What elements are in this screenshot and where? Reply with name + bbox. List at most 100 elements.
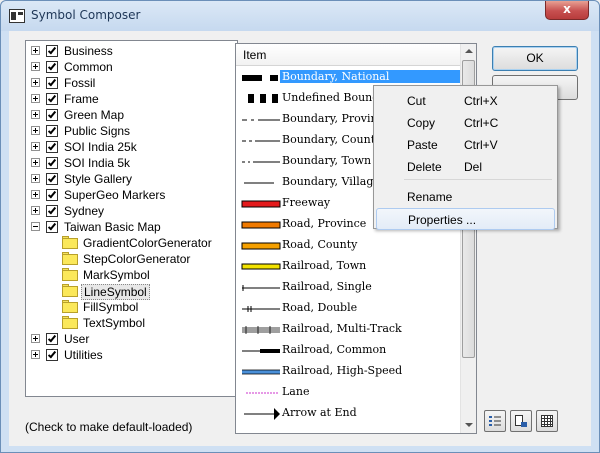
symbol-name: Road, Province	[282, 217, 367, 230]
context-menu-item[interactable]: Properties ...	[376, 208, 555, 230]
context-menu-item[interactable]: Paste Ctrl+V	[376, 134, 555, 156]
menu-item-label: Properties ...	[408, 213, 477, 227]
tree-item[interactable]: SuperGeo Markers	[26, 187, 237, 203]
expand-icon[interactable]	[31, 158, 40, 167]
tree-item-label: SOI India 5k	[64, 156, 131, 170]
line-symbol-preview-icon	[242, 349, 280, 353]
line-symbol-preview-icon	[241, 200, 281, 208]
tree-item[interactable]: SOI India 5k	[26, 155, 237, 171]
tree-item[interactable]: Business	[26, 43, 237, 59]
view-details-button[interactable]	[484, 410, 506, 432]
checkbox[interactable]	[46, 173, 58, 185]
tree-item-label: SOI India 25k	[64, 140, 137, 154]
tree-child-item[interactable]: LineSymbol	[26, 283, 237, 300]
menu-item-label: Paste	[407, 138, 438, 152]
scroll-down-icon[interactable]	[465, 423, 473, 427]
ok-button[interactable]: OK	[492, 46, 578, 71]
tree-item[interactable]: Common	[26, 59, 237, 75]
tree-item-label: SuperGeo Markers	[64, 188, 166, 202]
checkbox[interactable]	[46, 221, 58, 233]
checkbox[interactable]	[46, 189, 58, 201]
dialog-body: Business Common Fossil Frame Green Map Public…	[9, 31, 591, 446]
menu-item-label: Copy	[407, 116, 436, 130]
line-symbol-preview-icon	[242, 140, 280, 142]
symbol-name: Freeway	[282, 196, 331, 209]
tree-item[interactable]: Style Gallery	[26, 171, 237, 187]
expand-icon[interactable]	[31, 62, 40, 71]
symbol-list-row[interactable]: Road, Double	[236, 298, 460, 319]
symbol-list-row[interactable]: Road, County	[236, 235, 460, 256]
context-menu-item[interactable]: Cut Ctrl+X	[376, 90, 555, 112]
expand-icon[interactable]	[31, 110, 40, 119]
symbol-list-row[interactable]: Lane	[236, 382, 460, 403]
expand-icon[interactable]	[31, 78, 40, 87]
expand-icon[interactable]	[31, 350, 40, 359]
line-symbol-preview-icon	[244, 408, 280, 420]
tree-item[interactable]: SOI India 25k	[26, 139, 237, 155]
menu-separator	[404, 179, 552, 180]
symbol-name: Lane	[282, 385, 310, 398]
checkbox[interactable]	[46, 109, 58, 121]
library-tree[interactable]: Business Common Fossil Frame Green Map Public…	[25, 40, 238, 397]
close-button[interactable]: x	[545, 1, 589, 20]
checkbox[interactable]	[46, 349, 58, 361]
checkbox[interactable]	[46, 93, 58, 105]
symbol-name: Boundary, National	[280, 70, 460, 83]
tree-child-item[interactable]: StepColorGenerator	[26, 251, 237, 267]
list-header[interactable]: Item	[236, 44, 460, 66]
tree-item-label: Fossil	[64, 76, 96, 90]
expand-icon[interactable]	[31, 46, 40, 55]
list-view-icon	[515, 415, 527, 427]
tree-item[interactable]: User	[26, 331, 237, 347]
line-symbol-preview-icon	[242, 326, 280, 334]
collapse-icon[interactable]	[31, 222, 40, 231]
view-grid-button[interactable]	[536, 410, 558, 432]
tree-item[interactable]: Fossil	[26, 75, 237, 91]
app-icon	[9, 9, 25, 23]
checkbox[interactable]	[46, 205, 58, 217]
checkbox[interactable]	[46, 45, 58, 57]
context-menu-item[interactable]: Delete Del	[376, 156, 555, 178]
expand-icon[interactable]	[31, 142, 40, 151]
tree-item[interactable]: Green Map	[26, 107, 237, 123]
title-bar[interactable]: Symbol Composer x	[1, 1, 599, 31]
checkbox[interactable]	[46, 333, 58, 345]
tree-child-item[interactable]: MarkSymbol	[26, 267, 237, 283]
symbol-name: Railroad, Common	[282, 343, 387, 356]
checkbox[interactable]	[46, 61, 58, 73]
checkbox[interactable]	[46, 77, 58, 89]
checkbox[interactable]	[46, 141, 58, 153]
expand-icon[interactable]	[31, 94, 40, 103]
expand-icon[interactable]	[31, 334, 40, 343]
tree-item[interactable]: Public Signs	[26, 123, 237, 139]
expand-icon[interactable]	[31, 126, 40, 135]
view-list-button[interactable]	[510, 410, 532, 432]
tree-child-item[interactable]: TextSymbol	[26, 315, 237, 331]
tree-item[interactable]: Sydney	[26, 203, 237, 219]
tree-item-label: Frame	[64, 92, 99, 106]
tree-child-item[interactable]: FillSymbol	[26, 299, 237, 315]
symbol-list-row[interactable]: Railroad, High-Speed	[236, 361, 460, 382]
symbol-list-row[interactable]: Arrow at End	[236, 403, 460, 424]
tree-item[interactable]: Taiwan Basic Map	[26, 219, 237, 235]
scroll-up-icon[interactable]	[465, 49, 473, 53]
symbol-list-row[interactable]: Railroad, Common	[236, 340, 460, 361]
tree-item-label: Sydney	[64, 204, 105, 218]
symbol-list-row[interactable]: Railroad, Single	[236, 277, 460, 298]
checkbox[interactable]	[46, 125, 58, 137]
tree-child-item[interactable]: GradientColorGenerator	[26, 235, 237, 251]
menu-item-shortcut: Ctrl+V	[464, 138, 498, 152]
folder-icon	[62, 252, 78, 265]
context-menu-item[interactable]: Copy Ctrl+C	[376, 112, 555, 134]
checkbox[interactable]	[46, 157, 58, 169]
expand-icon[interactable]	[31, 206, 40, 215]
symbol-name: Railroad, High-Speed	[282, 364, 403, 377]
symbol-list-row[interactable]: Railroad, Multi-Track	[236, 319, 460, 340]
tree-item[interactable]: Utilities	[26, 347, 237, 363]
tree-child-label: GradientColorGenerator	[83, 236, 212, 250]
context-menu-item[interactable]: Rename	[376, 186, 555, 208]
expand-icon[interactable]	[31, 190, 40, 199]
symbol-list-row[interactable]: Railroad, Town	[236, 256, 460, 277]
tree-item[interactable]: Frame	[26, 91, 237, 107]
expand-icon[interactable]	[31, 174, 40, 183]
